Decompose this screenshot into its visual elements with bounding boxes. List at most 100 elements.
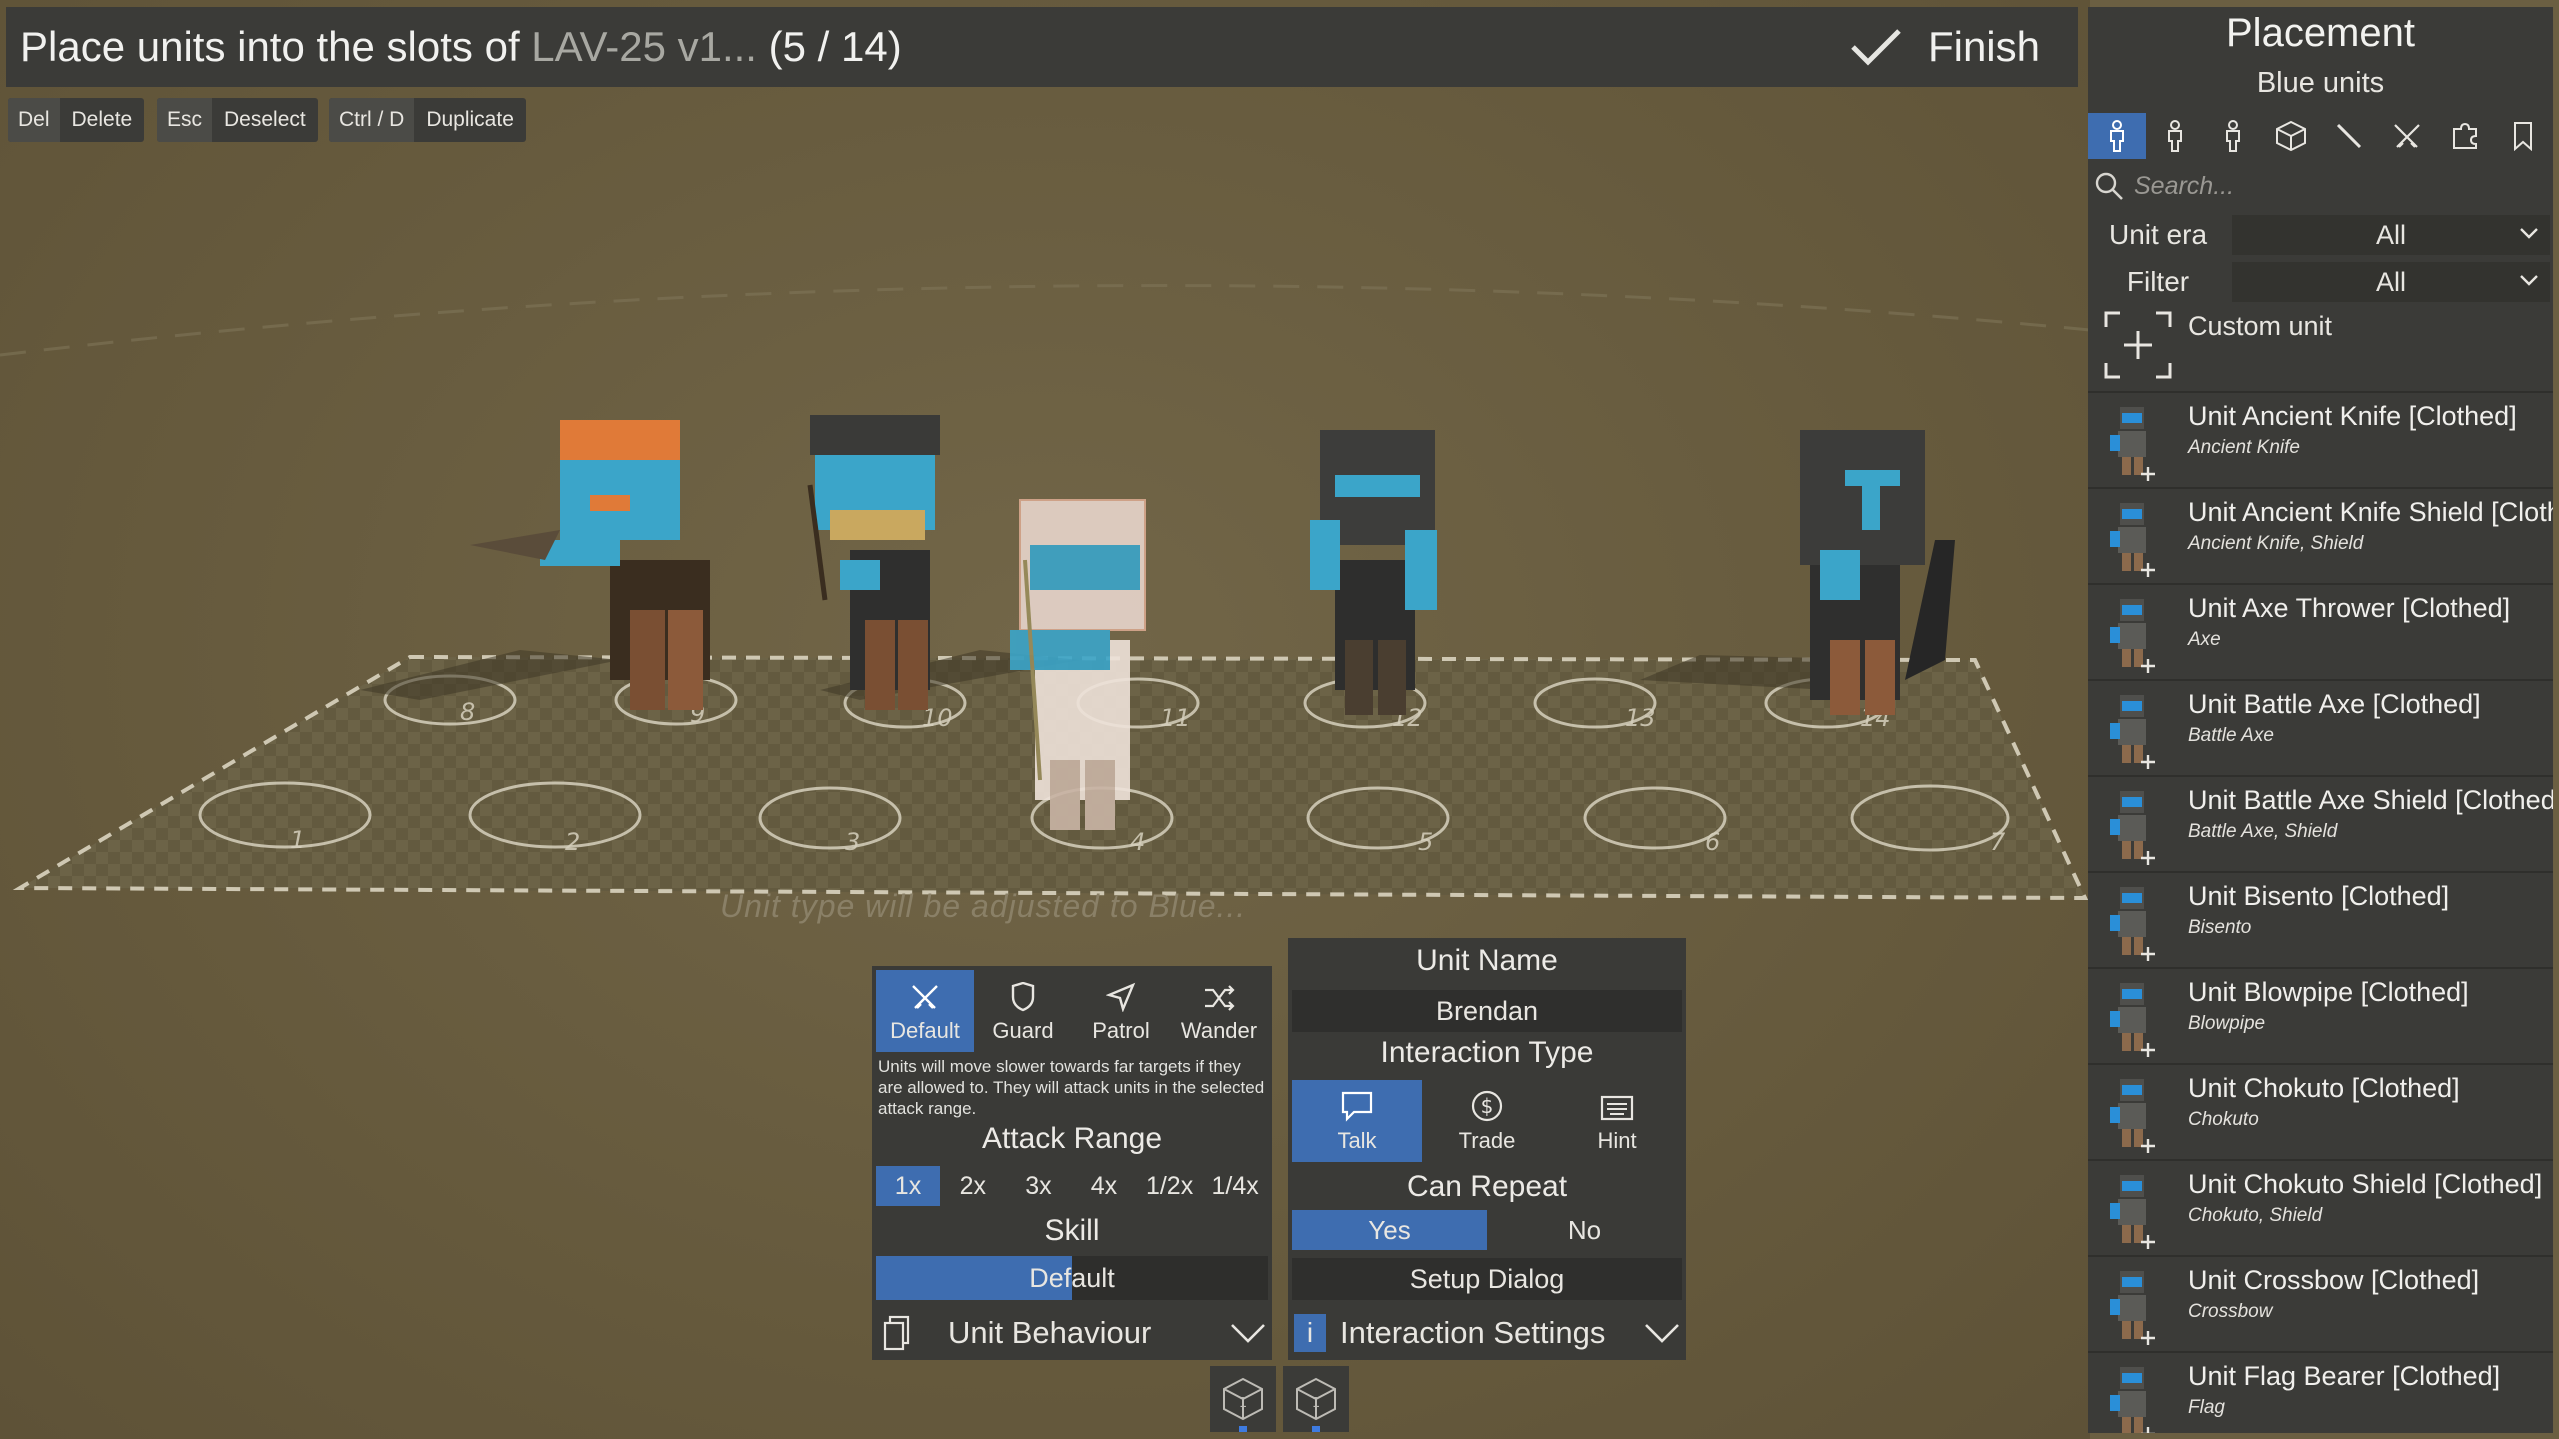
unit-list-item[interactable]: Unit Battle Axe Shield [Clothed] Battle A… xyxy=(2088,775,2553,870)
type-trade[interactable]: $ Trade xyxy=(1422,1080,1552,1162)
unit-era-select[interactable]: All xyxy=(2232,215,2550,255)
unit-list-item[interactable]: Unit Flag Bearer [Clothed] Flag xyxy=(2088,1351,2553,1433)
placement-header: Place units into the slots of LAV-25 v1.… xyxy=(6,7,2078,87)
tab-tools[interactable] xyxy=(2320,113,2378,159)
search-input[interactable]: Search... xyxy=(2134,172,2234,201)
mini-unit-box[interactable]: 1 xyxy=(1283,1366,1349,1432)
type-label: Hint xyxy=(1597,1128,1637,1153)
repeat-no-option[interactable]: No xyxy=(1487,1210,1682,1250)
tab-blue-units[interactable] xyxy=(2088,113,2146,159)
mini-unit-box[interactable]: 1 xyxy=(1210,1366,1276,1432)
filter-select[interactable]: All xyxy=(2232,262,2550,302)
unit-behaviour-dropdown[interactable]: Unit Behaviour xyxy=(872,1306,1272,1360)
can-repeat-title: Can Repeat xyxy=(1406,1170,1568,1203)
mode-label: Default xyxy=(890,1018,960,1043)
unit-list-item[interactable]: Unit Ancient Knife [Clothed] Ancient Knif… xyxy=(2088,391,2553,486)
search-bar[interactable]: Search... xyxy=(2094,165,2544,207)
unit-thumbnail-icon xyxy=(2110,1175,2155,1249)
interaction-settings-dropdown[interactable]: i Interaction Settings xyxy=(1288,1306,1686,1360)
setup-dialog-button[interactable]: Setup Dialog xyxy=(1292,1258,1682,1300)
tab-weapons[interactable] xyxy=(2378,113,2436,159)
info-icon: i xyxy=(1294,1314,1326,1352)
add-frame-icon xyxy=(2104,311,2172,379)
chevron-down-icon xyxy=(2520,228,2538,239)
mode-guard[interactable]: Guard xyxy=(974,970,1072,1052)
unit-list-item[interactable]: Unit Bisento [Clothed] Bisento xyxy=(2088,871,2553,966)
range-option[interactable]: 1/4x xyxy=(1202,1166,1268,1206)
type-label: Trade xyxy=(1458,1128,1516,1153)
slot-label-13: 13 xyxy=(1625,704,1656,732)
slot-label-3: 3 xyxy=(845,828,860,856)
finish-label: Finish xyxy=(1927,23,2040,70)
person-icon xyxy=(2226,120,2240,152)
type-hint[interactable]: Hint xyxy=(1552,1080,1682,1162)
unit-weapons: Flag xyxy=(2188,1397,2225,1418)
unit-list-item[interactable]: Unit Battle Axe [Clothed] Battle Axe xyxy=(2088,679,2553,774)
shuffle-icon xyxy=(1205,985,1235,1011)
svg-text:1: 1 xyxy=(1239,1396,1247,1411)
unit-weapons: Axe xyxy=(2188,629,2221,650)
custom-unit-item[interactable]: Custom unit xyxy=(2088,299,2553,389)
bookmark-icon xyxy=(2514,122,2532,151)
unit-thumbnail-icon xyxy=(2110,887,2155,961)
unit-list-item[interactable]: Unit Chokuto [Clothed] Chokuto xyxy=(2088,1063,2553,1158)
cube-icon: 1 xyxy=(1296,1377,1336,1421)
slot-label-6: 6 xyxy=(1705,828,1720,856)
unit-thumbnail-icon xyxy=(2110,1271,2155,1345)
unit-list-item[interactable]: Unit Ancient Knife Shield [Clothed] Ancie… xyxy=(2088,487,2553,582)
range-option[interactable]: 4x xyxy=(1071,1166,1137,1206)
category-tabs xyxy=(2088,113,2553,159)
finish-button[interactable]: Finish xyxy=(1850,19,2040,75)
shortcut-delete[interactable]: Del Delete xyxy=(8,98,145,142)
shortcut-duplicate[interactable]: Ctrl / D Duplicate xyxy=(329,98,526,142)
unit-name: Unit Ancient Knife Shield [Clothed] xyxy=(2188,497,2553,527)
interaction-panel: Unit Name Brendan Interaction Type Talk … xyxy=(1288,938,1686,1306)
attack-range-title: Attack Range xyxy=(981,1122,1163,1155)
unit-thumbnail-icon xyxy=(2110,503,2155,577)
unit-list-item[interactable]: Unit Chokuto Shield [Clothed] Chokuto, Sh… xyxy=(2088,1159,2553,1254)
unit-thumbnail-icon xyxy=(2110,791,2155,865)
unit-name-field[interactable]: Brendan xyxy=(1292,990,1682,1032)
tab-neutral-units[interactable] xyxy=(2204,113,2262,159)
unit-name-title: Unit Name xyxy=(1416,944,1558,977)
cube-icon: 1 xyxy=(1223,1377,1263,1421)
unit-name: Unit Ancient Knife [Clothed] xyxy=(2188,401,2517,431)
type-talk[interactable]: Talk xyxy=(1292,1080,1422,1162)
tab-red-units[interactable] xyxy=(2146,113,2204,159)
mode-wander[interactable]: Wander xyxy=(1170,970,1268,1052)
interaction-type-group: Talk $ Trade Hint xyxy=(1292,1080,1682,1162)
dollar-icon: $ xyxy=(1471,1090,1503,1122)
shortcut-deselect[interactable]: Esc Deselect xyxy=(157,98,318,142)
range-option[interactable]: 2x xyxy=(940,1166,1006,1206)
chevron-down-icon xyxy=(1231,1324,1265,1343)
repeat-yes-option[interactable]: Yes xyxy=(1292,1210,1487,1250)
mode-patrol[interactable]: Patrol xyxy=(1072,970,1170,1052)
tab-mods[interactable] xyxy=(2436,113,2494,159)
custom-unit-label: Custom unit xyxy=(2188,311,2333,341)
unit-name: Unit Battle Axe Shield [Clothed] xyxy=(2188,785,2553,815)
unit-weapons: Battle Axe xyxy=(2188,725,2274,746)
unit-list-item[interactable]: Unit Blowpipe [Clothed] Blowpipe xyxy=(2088,967,2553,1062)
unit-era-filter: Unit era All xyxy=(2088,213,2553,257)
speech-bubble-icon xyxy=(1341,1091,1373,1122)
range-option[interactable]: 1/2x xyxy=(1137,1166,1203,1206)
mode-default[interactable]: Default xyxy=(876,970,974,1052)
unit-name: Unit Axe Thrower [Clothed] xyxy=(2188,593,2511,623)
skill-slider[interactable]: Default xyxy=(876,1256,1268,1300)
sidebar-subtitle: Blue units xyxy=(2256,67,2385,99)
chevron-down-icon xyxy=(2520,275,2538,286)
unit-thumbnail-icon xyxy=(2110,983,2155,1057)
unit-name: Unit Battle Axe [Clothed] xyxy=(2188,689,2481,719)
unit-list-item[interactable]: Unit Crossbow [Clothed] Crossbow xyxy=(2088,1255,2553,1350)
slot-label-7: 7 xyxy=(1990,828,2006,856)
unit-list-item[interactable]: Unit Axe Thrower [Clothed] Axe xyxy=(2088,583,2553,678)
range-option[interactable]: 3x xyxy=(1006,1166,1072,1206)
title-prefix: Place units into the slots of xyxy=(20,23,532,70)
range-option[interactable]: 1x xyxy=(876,1166,940,1206)
mini-indicator xyxy=(1312,1426,1320,1432)
unit-thumbnail-icon xyxy=(2110,1079,2155,1153)
tab-objects[interactable] xyxy=(2262,113,2320,159)
dropdown-label: Interaction Settings xyxy=(1340,1315,1606,1350)
tab-bookmarks[interactable] xyxy=(2494,113,2552,159)
person-icon xyxy=(2110,120,2124,152)
